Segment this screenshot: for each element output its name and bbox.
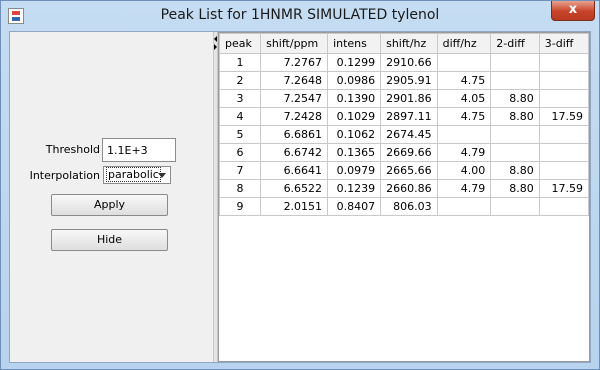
- table-cell[interactable]: 4.79: [436, 179, 492, 198]
- table-cell[interactable]: 4.79: [436, 143, 492, 162]
- table-row[interactable]: 4 7.2428 0.1029 2897.11 4.75 8.80 17.59: [219, 107, 589, 126]
- table-cell[interactable]: [538, 53, 589, 72]
- close-button[interactable]: x: [551, 1, 595, 21]
- table-cell[interactable]: 2674.45: [380, 125, 438, 144]
- table-cell[interactable]: 4.75: [436, 71, 492, 90]
- table-row[interactable]: 2 7.2648 0.0986 2905.91 4.75: [219, 71, 589, 90]
- threshold-label: Threshold: [45, 143, 100, 156]
- table-cell[interactable]: 7.2648: [260, 71, 329, 90]
- table-cell[interactable]: 7.2428: [260, 107, 329, 126]
- table-row[interactable]: 3 7.2547 0.1390 2901.86 4.05 8.80: [219, 89, 589, 108]
- table-cell[interactable]: 6.6522: [260, 179, 329, 198]
- table-cell[interactable]: 3: [219, 89, 262, 108]
- table-cell[interactable]: 17.59: [538, 107, 589, 126]
- table-cell[interactable]: 0.1365: [327, 143, 382, 162]
- column-header-shift-ppm[interactable]: shift/ppm: [260, 33, 329, 54]
- table-cell[interactable]: 4.05: [436, 89, 492, 108]
- client-area: Threshold Interpolation parabolic Apply …: [9, 31, 591, 363]
- collapse-left-arrow-icon[interactable]: [214, 36, 217, 42]
- table-row[interactable]: 5 6.6861 0.1062 2674.45: [219, 125, 589, 144]
- table-cell[interactable]: 0.1299: [327, 53, 382, 72]
- table-cell[interactable]: 0.1029: [327, 107, 382, 126]
- table-cell[interactable]: 6: [219, 143, 262, 162]
- table-cell[interactable]: [490, 143, 540, 162]
- column-header-diff-hz[interactable]: diff/hz: [436, 33, 492, 54]
- table-cell[interactable]: 2: [219, 71, 262, 90]
- table-cell[interactable]: 6.6742: [260, 143, 329, 162]
- table-cell[interactable]: [490, 53, 540, 72]
- table-cell[interactable]: 7.2547: [260, 89, 329, 108]
- table-cell[interactable]: [538, 197, 589, 216]
- table-row[interactable]: 1 7.2767 0.1299 2910.66: [219, 53, 589, 72]
- table-cell[interactable]: [490, 71, 540, 90]
- threshold-input[interactable]: [102, 138, 176, 162]
- table-cell[interactable]: [538, 89, 589, 108]
- table-cell[interactable]: 2910.66: [380, 53, 438, 72]
- table-row[interactable]: 9 2.0151 0.8407 806.03: [219, 197, 589, 216]
- table-cell[interactable]: 2905.91: [380, 71, 438, 90]
- table-cell[interactable]: [436, 197, 492, 216]
- table-cell[interactable]: 2897.11: [380, 107, 438, 126]
- peak-table-scroll: peak shift/ppm intens shift/hz diff/hz 2…: [218, 32, 590, 362]
- hide-button[interactable]: Hide: [51, 229, 168, 251]
- table-cell[interactable]: 9: [219, 197, 262, 216]
- title-bar[interactable]: Peak List for 1HNMR SIMULATED tylenol x: [1, 1, 599, 31]
- table-row[interactable]: 7 6.6641 0.0979 2665.66 4.00 8.80: [219, 161, 589, 180]
- table-cell[interactable]: 0.1239: [327, 179, 382, 198]
- table-row[interactable]: 6 6.6742 0.1365 2669.66 4.79: [219, 143, 589, 162]
- table-cell[interactable]: 0.8407: [327, 197, 382, 216]
- table-cell[interactable]: [538, 161, 589, 180]
- table-cell[interactable]: [436, 53, 492, 72]
- table-cell[interactable]: 0.0979: [327, 161, 382, 180]
- table-cell[interactable]: [538, 71, 589, 90]
- interpolation-select[interactable]: parabolic: [103, 166, 171, 184]
- table-cell[interactable]: 2665.66: [380, 161, 438, 180]
- table-cell[interactable]: 5: [219, 125, 262, 144]
- table-cell[interactable]: 8.80: [490, 161, 540, 180]
- table-cell[interactable]: 6.6641: [260, 161, 329, 180]
- peak-table: peak shift/ppm intens shift/hz diff/hz 2…: [219, 33, 589, 216]
- table-cell[interactable]: 6.6861: [260, 125, 329, 144]
- table-cell[interactable]: [538, 143, 589, 162]
- interpolation-label: Interpolation: [29, 169, 100, 182]
- table-cell[interactable]: 0.1390: [327, 89, 382, 108]
- table-cell[interactable]: 17.59: [538, 179, 589, 198]
- table-cell[interactable]: [490, 125, 540, 144]
- collapse-right-arrow-icon[interactable]: [214, 44, 217, 50]
- table-cell[interactable]: 8.80: [490, 107, 540, 126]
- table-cell[interactable]: 4: [219, 107, 262, 126]
- table-cell[interactable]: 2660.86: [380, 179, 438, 198]
- table-cell[interactable]: 806.03: [380, 197, 438, 216]
- column-header-intens[interactable]: intens: [327, 33, 382, 54]
- table-cell[interactable]: 0.1062: [327, 125, 382, 144]
- table-cell[interactable]: 7.2767: [260, 53, 329, 72]
- column-header-2-diff[interactable]: 2-diff: [490, 33, 540, 54]
- table-cell[interactable]: 2.0151: [260, 197, 329, 216]
- table-cell[interactable]: 8: [219, 179, 262, 198]
- table-cell[interactable]: 1: [219, 53, 262, 72]
- table-cell[interactable]: 2901.86: [380, 89, 438, 108]
- peak-list-window: Peak List for 1HNMR SIMULATED tylenol x …: [0, 0, 600, 370]
- apply-button[interactable]: Apply: [51, 194, 168, 216]
- table-cell[interactable]: 8.80: [490, 179, 540, 198]
- table-cell[interactable]: [490, 197, 540, 216]
- column-header-shift-hz[interactable]: shift/hz: [380, 33, 438, 54]
- table-row[interactable]: 8 6.6522 0.1239 2660.86 4.79 8.80 17.59: [219, 179, 589, 198]
- table-cell[interactable]: 2669.66: [380, 143, 438, 162]
- chevron-down-icon: [158, 173, 166, 178]
- table-cell[interactable]: 4.75: [436, 107, 492, 126]
- table-cell[interactable]: 7: [219, 161, 262, 180]
- controls-panel: Threshold Interpolation parabolic Apply …: [10, 32, 213, 362]
- table-cell[interactable]: 4.00: [436, 161, 492, 180]
- table-header-row: peak shift/ppm intens shift/hz diff/hz 2…: [219, 33, 589, 54]
- window-title: Peak List for 1HNMR SIMULATED tylenol: [160, 7, 440, 23]
- table-cell[interactable]: [538, 125, 589, 144]
- interpolation-value: parabolic: [106, 167, 161, 182]
- table-cell[interactable]: [436, 125, 492, 144]
- column-header-3-diff[interactable]: 3-diff: [538, 33, 589, 54]
- table-cell[interactable]: 0.0986: [327, 71, 382, 90]
- column-header-peak[interactable]: peak: [219, 33, 262, 54]
- table-cell[interactable]: 8.80: [490, 89, 540, 108]
